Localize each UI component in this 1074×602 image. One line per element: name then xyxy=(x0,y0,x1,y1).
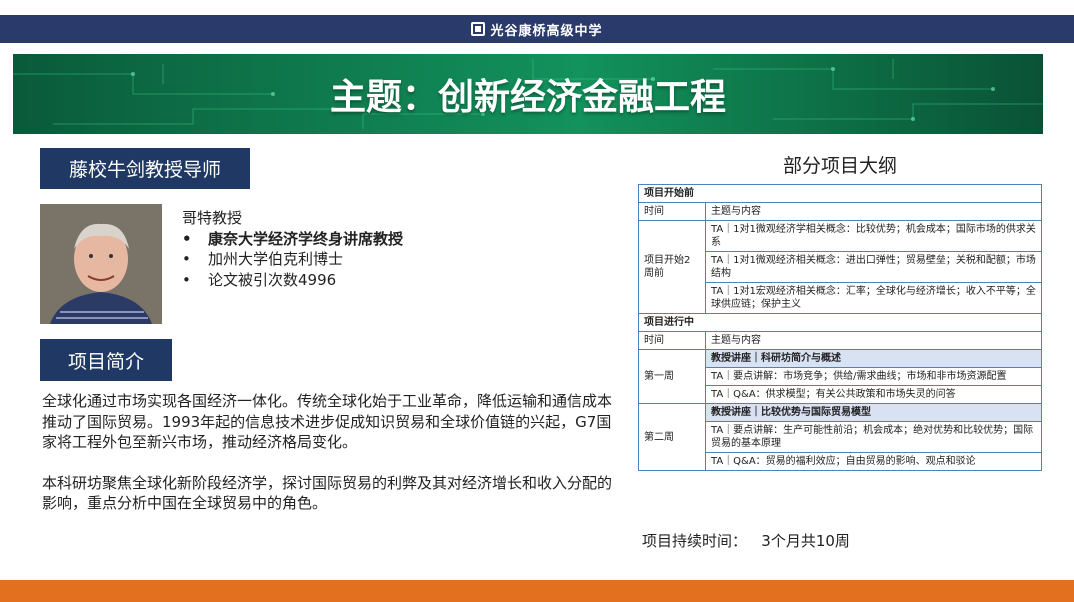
title-banner: 主题：创新经济金融工程 xyxy=(13,54,1043,134)
period-cell: 项目开始2周前 xyxy=(638,220,706,314)
table-row: 时间 主题与内容 xyxy=(638,331,1042,350)
content-cell: TA｜要点讲解：生产可能性前沿；机会成本；绝对优势和比较优势；国际贸易的基本原理 xyxy=(705,421,1042,453)
column-header-content: 主题与内容 xyxy=(705,202,1042,221)
intro-paragraph: 本科研坊聚焦全球化新阶段经济学，探讨国际贸易的利弊及其对经济增长和收入分配的影响… xyxy=(42,473,613,513)
professor-info: 哥特教授 康奈大学经济学终身讲席教授 加州大学伯克利博士 论文被引次数4996 xyxy=(182,208,403,290)
credential-list: 康奈大学经济学终身讲席教授 加州大学伯克利博士 论文被引次数4996 xyxy=(182,229,403,291)
week-cell: 第一周 xyxy=(638,349,706,404)
table-row: 项目开始前 xyxy=(638,184,1042,203)
duration-text: 项目持续时间： 3个月共10周 xyxy=(642,532,850,550)
content-cell: TA｜Q&A：供求模型；有关公共政策和市场失灵的问答 xyxy=(705,385,1042,404)
school-header-bar: 光谷康桥高级中学 xyxy=(0,15,1074,43)
footer-accent-bar xyxy=(0,580,1074,602)
outline-table: 项目开始前 时间 主题与内容 项目开始2周前 TA｜1对1微观经济学相关概念：比… xyxy=(638,184,1042,471)
lecture-cell: 教授讲座｜比较优势与国际贸易模型 xyxy=(705,403,1042,422)
credential-item: 康奈大学经济学终身讲席教授 xyxy=(182,229,403,250)
school-logo-icon xyxy=(471,22,486,36)
table-row: 第一周 教授讲座｜科研坊简介与概述 xyxy=(638,349,1042,404)
professor-name: 哥特教授 xyxy=(182,209,243,227)
content-cell: TA｜要点讲解：市场竞争；供给/需求曲线；市场和非市场资源配置 xyxy=(705,367,1042,386)
column-header-time: 时间 xyxy=(638,202,706,221)
credential-item: 加州大学伯克利博士 xyxy=(182,249,403,270)
intro-section-label: 项目简介 xyxy=(40,339,172,381)
table-row: 时间 主题与内容 xyxy=(638,202,1042,221)
mentor-section-label: 藤校牛剑教授导师 xyxy=(40,148,250,189)
table-row: 项目开始2周前 TA｜1对1微观经济学相关概念：比较优势；机会成本；国际市场的供… xyxy=(638,220,1042,314)
lecture-cell: 教授讲座｜科研坊简介与概述 xyxy=(705,349,1042,368)
content-cell: TA｜1对1微观经济相关概念：进出口弹性；贸易壁垒；关税和配额；市场结构 xyxy=(705,251,1042,283)
professor-photo xyxy=(40,204,162,324)
professor-portrait xyxy=(40,204,162,324)
intro-paragraph: 全球化通过市场实现各国经济一体化。传统全球化始于工业革命，降低运输和通信成本推动… xyxy=(42,392,613,451)
content-cell: TA｜Q&A：贸易的福利效应；自由贸易的影响、观点和驳论 xyxy=(705,452,1042,471)
section-header: 项目进行中 xyxy=(638,313,1042,332)
section-header: 项目开始前 xyxy=(638,184,1042,203)
content-cell: TA｜1对1微观经济学相关概念：比较优势；机会成本；国际市场的供求关系 xyxy=(705,220,1042,252)
page-title: 主题：创新经济金融工程 xyxy=(329,77,726,118)
column-header-content: 主题与内容 xyxy=(705,331,1042,350)
content-cell: TA｜1对1宏观经济相关概念：汇率；全球化与经济增长；收入不平等；全球供应链；保… xyxy=(705,282,1042,314)
outline-title: 部分项目大纲 xyxy=(782,155,897,177)
intro-text: 全球化通过市场实现各国经济一体化。传统全球化始于工业革命，降低运输和通信成本推动… xyxy=(42,391,612,534)
credential-item: 论文被引次数4996 xyxy=(182,270,403,291)
school-name: 光谷康桥高级中学 xyxy=(490,23,603,39)
week-cell: 第二周 xyxy=(638,403,706,471)
table-row: 第二周 教授讲座｜比较优势与国际贸易模型 xyxy=(638,403,1042,471)
column-header-time: 时间 xyxy=(638,331,706,350)
table-row: 项目进行中 xyxy=(638,313,1042,332)
